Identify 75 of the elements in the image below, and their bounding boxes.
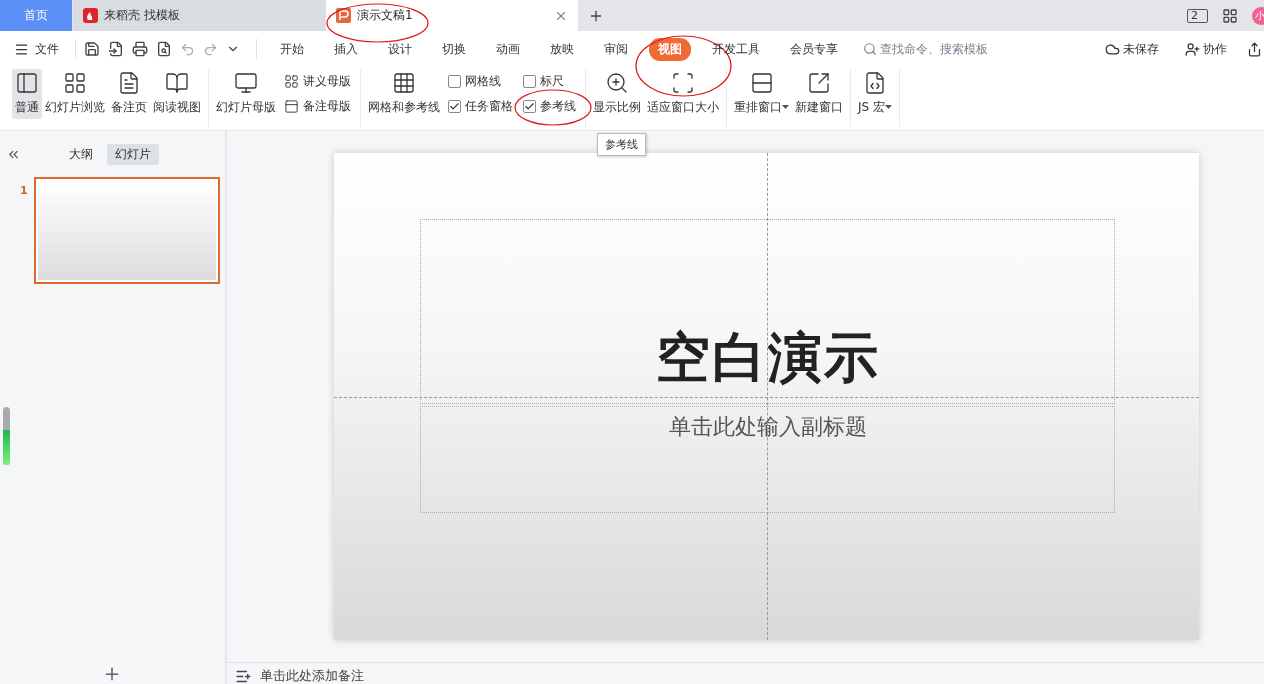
- subtitle-placeholder[interactable]: 单击此处输入副标题: [420, 406, 1115, 513]
- level-meter: [3, 407, 10, 465]
- checkbox[interactable]: 标尺: [523, 73, 564, 90]
- code-file-icon: [863, 71, 887, 95]
- notes-field[interactable]: 单击此处添加备注: [260, 668, 364, 683]
- ribbon-button[interactable]: 重排窗口: [731, 69, 792, 119]
- menu-icon: [14, 41, 29, 57]
- panel-tab[interactable]: 大纲: [61, 144, 101, 165]
- ribbon-tab[interactable]: 会员专享: [781, 37, 847, 61]
- ribbon-button[interactable]: 普通: [12, 69, 42, 119]
- layout-icon: [15, 71, 39, 95]
- frame-icon: [671, 71, 695, 95]
- checkbox[interactable]: 网格线: [448, 73, 501, 90]
- grid-icon: [392, 71, 416, 95]
- slide-number: 1: [20, 183, 26, 197]
- ribbon-button[interactable]: 讲义母版: [284, 73, 351, 90]
- slide-subtitle: 单击此处输入副标题: [668, 413, 867, 441]
- tooltip: 参考线: [597, 133, 646, 156]
- title-placeholder[interactable]: 空白演示: [420, 219, 1115, 404]
- panel-tab[interactable]: 幻灯片: [107, 144, 159, 165]
- ribbon-tab[interactable]: 动画: [487, 37, 529, 61]
- print-icon[interactable]: [132, 41, 148, 57]
- save-icon[interactable]: [84, 41, 100, 57]
- search-field[interactable]: 查找命令、搜索模板: [863, 40, 988, 58]
- slide-thumbnail[interactable]: [34, 177, 220, 284]
- flame-icon: [83, 8, 98, 23]
- book-icon: [165, 71, 189, 95]
- document-tab[interactable]: 来稻壳 找模板: [73, 0, 326, 31]
- cloud-icon: [1105, 41, 1120, 57]
- ribbon-tab[interactable]: 切换: [433, 37, 475, 61]
- preview-icon[interactable]: [156, 41, 172, 57]
- grid-icon: [63, 71, 87, 95]
- export-icon[interactable]: [108, 41, 124, 57]
- guide-line[interactable]: [767, 153, 768, 640]
- tab-label: 首页: [24, 7, 48, 24]
- ribbon-button[interactable]: 新建窗口: [792, 69, 846, 119]
- document-tab[interactable]: 演示文稿1: [326, 0, 578, 31]
- ribbon-button[interactable]: 网格和参考线: [365, 69, 443, 119]
- ribbon-button[interactable]: 幻灯片浏览: [42, 69, 108, 119]
- tab-label: 演示文稿1: [357, 7, 413, 24]
- window-count-icon[interactable]: 2: [1187, 8, 1208, 23]
- collaborate-button[interactable]: 协作: [1179, 39, 1233, 59]
- page-icon: [117, 71, 141, 95]
- check-icon: [449, 101, 460, 112]
- ribbon-tab[interactable]: 插入: [325, 37, 367, 61]
- grid-icon: [284, 74, 299, 89]
- check-icon: [524, 101, 535, 112]
- notes-icon: [235, 668, 252, 684]
- ribbon-button[interactable]: 幻灯片母版: [213, 69, 279, 119]
- ribbon-tab[interactable]: 开始: [271, 37, 313, 61]
- monitor-icon: [234, 71, 258, 95]
- ribbon-button[interactable]: 阅读视图: [150, 69, 204, 119]
- file-menu[interactable]: 文件: [14, 40, 67, 58]
- search-icon: [863, 42, 877, 56]
- ribbon-tab[interactable]: 审阅: [595, 37, 637, 61]
- share-icon[interactable]: [1247, 41, 1262, 57]
- rows-icon: [749, 71, 774, 95]
- ribbon-tab[interactable]: 放映: [541, 37, 583, 61]
- ribbon-tab[interactable]: 设计: [379, 37, 421, 61]
- save-status-button[interactable]: 未保存: [1099, 39, 1165, 59]
- ribbon-button[interactable]: 备注页: [108, 69, 150, 119]
- zoom-icon: [605, 71, 629, 95]
- ribbon-tab[interactable]: 开发工具: [703, 37, 769, 61]
- tab-label: 来稻壳 找模板: [104, 7, 180, 24]
- slide-title: 空白演示: [655, 325, 880, 391]
- presentation-icon: [336, 8, 351, 23]
- add-user-icon: [1185, 41, 1200, 57]
- ribbon-button[interactable]: 备注母版: [284, 98, 351, 115]
- ribbon-button[interactable]: JS 宏: [855, 69, 895, 119]
- ribbon-button[interactable]: 显示比例: [590, 69, 644, 119]
- apps-icon[interactable]: [1222, 7, 1238, 24]
- new-window-icon: [807, 71, 831, 95]
- ribbon-button[interactable]: 适应窗口大小: [644, 69, 722, 119]
- checkbox[interactable]: 任务窗格: [448, 98, 513, 115]
- panel-icon: [284, 99, 299, 114]
